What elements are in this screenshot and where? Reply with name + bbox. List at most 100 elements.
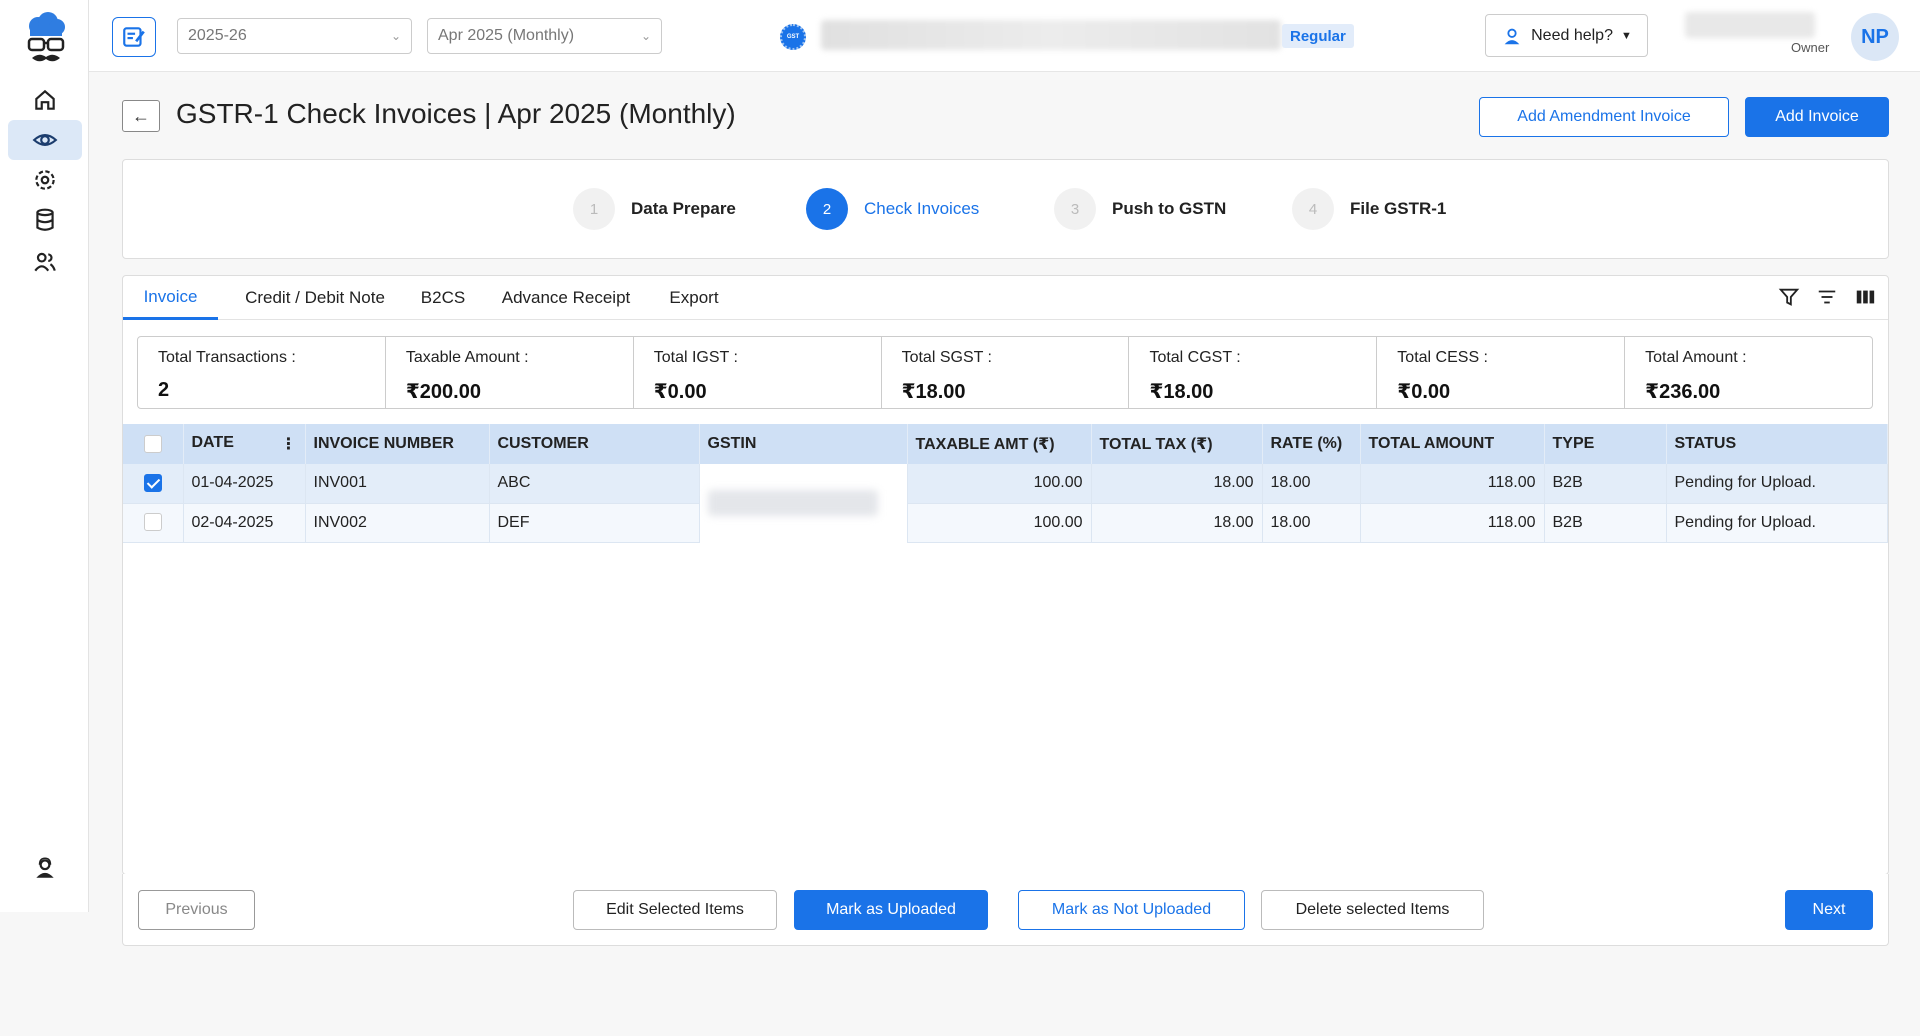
gst-logo-text: GST: [786, 34, 800, 40]
support-agent-icon: [1504, 28, 1520, 44]
column-header-taxable-amt[interactable]: TAXABLE AMT (₹): [907, 424, 1092, 464]
step-label: File GSTR-1: [1350, 199, 1447, 218]
user-name-redacted: [1685, 12, 1815, 38]
avatar[interactable]: NP: [1851, 13, 1899, 61]
database-icon: [36, 208, 54, 231]
tab-credit-debit-note[interactable]: Credit / Debit Note: [235, 276, 395, 320]
summary-value: ₹0.00: [1397, 381, 1451, 403]
sidebar-item-database[interactable]: [8, 200, 82, 240]
column-header-gstin[interactable]: GSTIN: [699, 424, 908, 464]
column-header-total-amount[interactable]: TOTAL AMOUNT: [1360, 424, 1545, 464]
sidebar-item-view[interactable]: [8, 120, 82, 160]
cell-gstin: [699, 464, 908, 542]
sort-icon[interactable]: [1816, 286, 1838, 308]
column-header-label: DATE: [191, 434, 234, 451]
summary-label: Total Amount :: [1645, 349, 1747, 366]
step-label: Push to GSTN: [1112, 199, 1227, 218]
row-select-cell: [123, 503, 184, 543]
select-all-header: [123, 424, 184, 464]
need-help-button[interactable]: Need help? ▼: [1485, 14, 1648, 57]
add-amendment-invoice-button[interactable]: Add Amendment Invoice: [1479, 97, 1729, 137]
sidebar-item-settings[interactable]: [8, 160, 82, 200]
need-help-label: Need help?: [1531, 26, 1613, 44]
sidebar-item-home[interactable]: [8, 80, 82, 120]
column-menu-icon[interactable]: ⋮: [281, 434, 297, 454]
chevron-down-icon: ⌄: [390, 29, 401, 43]
invoice-table: DATE ⋮ INVOICE NUMBER CUSTOMER GSTIN TAX…: [123, 424, 1888, 543]
cell-customer: DEF: [489, 503, 700, 543]
summary-value: ₹18.00: [901, 381, 966, 403]
step-file-gstr1[interactable]: 4 File GSTR-1: [1292, 188, 1446, 230]
table-row[interactable]: 02-04-2025 INV002 DEF 100.00 18.00 18.00…: [123, 503, 1888, 543]
taxpayer-type-badge: Regular: [1282, 24, 1354, 48]
cell-date: 02-04-2025: [183, 503, 306, 543]
summary-value: ₹236.00: [1645, 381, 1721, 403]
edit-business-button[interactable]: [112, 17, 156, 57]
cell-total-amount: 118.00: [1360, 503, 1545, 543]
previous-button[interactable]: Previous: [138, 890, 255, 930]
table-header-row: DATE ⋮ INVOICE NUMBER CUSTOMER GSTIN TAX…: [123, 424, 1888, 464]
column-header-customer[interactable]: CUSTOMER: [489, 424, 700, 464]
columns-icon[interactable]: [1854, 286, 1876, 308]
select-all-checkbox[interactable]: [143, 434, 162, 453]
mark-not-uploaded-button[interactable]: Mark as Not Uploaded: [1018, 890, 1245, 930]
cell-status: Pending for Upload.: [1666, 503, 1888, 543]
table-row[interactable]: 01-04-2025 INV001 ABC 100.00 18.00 18.00…: [123, 464, 1888, 542]
period-value: Apr 2025 (Monthly): [438, 27, 575, 44]
mark-uploaded-button[interactable]: Mark as Uploaded: [794, 890, 988, 930]
eye-icon: [32, 134, 58, 146]
gst-logo-icon: GST: [780, 24, 806, 50]
home-icon: [35, 89, 55, 110]
sidebar-item-support[interactable]: [8, 848, 82, 888]
summary-total-igst: Total IGST : ₹0.00: [634, 337, 882, 408]
tab-export[interactable]: Export: [659, 276, 729, 320]
summary-value: ₹0.00: [653, 381, 707, 403]
step-check-invoices[interactable]: 2 Check Invoices: [806, 188, 979, 230]
column-header-status[interactable]: STATUS: [1666, 424, 1888, 464]
cell-status: Pending for Upload.: [1666, 464, 1888, 504]
delete-selected-button[interactable]: Delete selected Items: [1261, 890, 1484, 930]
step-label: Data Prepare: [631, 199, 736, 218]
tab-advance-receipt[interactable]: Advance Receipt: [491, 276, 641, 320]
summary-value: ₹18.00: [1149, 381, 1214, 403]
tab-b2cs[interactable]: B2CS: [413, 276, 473, 320]
column-header-rate[interactable]: RATE (%): [1262, 424, 1361, 464]
cell-total-tax: 18.00: [1091, 503, 1263, 543]
add-invoice-button[interactable]: Add Invoice: [1745, 97, 1889, 137]
page-title: GSTR-1 Check Invoices | Apr 2025 (Monthl…: [176, 98, 736, 129]
cell-rate: 18.00: [1262, 464, 1361, 504]
summary-taxable-amount: Taxable Amount : ₹200.00: [386, 337, 634, 408]
cell-type: B2B: [1544, 464, 1667, 504]
gstin-redacted: [707, 490, 878, 516]
step-number: 4: [1292, 188, 1334, 230]
cell-type: B2B: [1544, 503, 1667, 543]
business-name-redacted: [821, 20, 1281, 50]
summary-label: Total SGST :: [901, 349, 992, 366]
financial-year-select[interactable]: 2025-26 ⌄: [177, 18, 412, 54]
row-checkbox[interactable]: [143, 474, 162, 493]
column-header-invoice-number[interactable]: INVOICE NUMBER: [305, 424, 490, 464]
cell-taxable-amt: 100.00: [907, 464, 1092, 504]
column-header-total-tax[interactable]: TOTAL TAX (₹): [1091, 424, 1263, 464]
period-select[interactable]: Apr 2025 (Monthly) ⌄: [427, 18, 662, 54]
tab-invoice[interactable]: Invoice: [123, 276, 218, 320]
chevron-down-icon: ⌄: [640, 29, 651, 43]
summary-label: Taxable Amount :: [405, 349, 529, 366]
table-tools: [1778, 286, 1876, 308]
filter-icon[interactable]: [1778, 286, 1800, 308]
back-button[interactable]: ←: [122, 100, 160, 132]
invoice-panel: Invoice Credit / Debit Note B2CS Advance…: [122, 275, 1889, 875]
action-bar: Previous Edit Selected Items Mark as Upl…: [122, 874, 1889, 946]
edit-selected-button[interactable]: Edit Selected Items: [573, 890, 777, 930]
row-checkbox[interactable]: [143, 513, 162, 532]
summary-total-cgst: Total CGST : ₹18.00: [1129, 337, 1378, 408]
cell-total-tax: 18.00: [1091, 464, 1263, 504]
column-header-type[interactable]: TYPE: [1544, 424, 1667, 464]
row-select-cell: [123, 464, 184, 504]
sidebar-item-users[interactable]: [8, 242, 82, 282]
step-push-to-gstn[interactable]: 3 Push to GSTN: [1054, 188, 1226, 230]
column-header-date[interactable]: DATE ⋮: [183, 424, 306, 464]
step-data-prepare[interactable]: 1 Data Prepare: [573, 188, 736, 230]
cell-invoice-number: INV002: [305, 503, 490, 543]
next-button[interactable]: Next: [1785, 890, 1873, 930]
